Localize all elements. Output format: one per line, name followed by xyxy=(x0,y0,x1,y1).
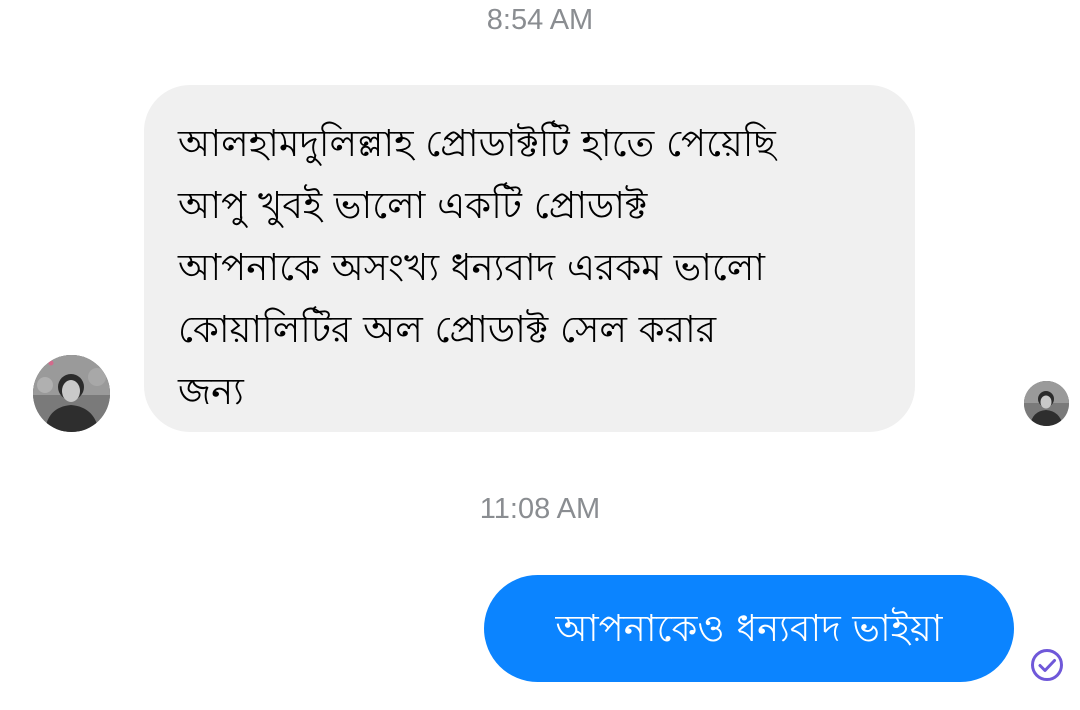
message-line: আপু খুবই ভালো একটি প্রোডাক্ট xyxy=(178,184,648,227)
message-line: কোয়ালিটির অল প্রোডাক্ট সেল করার xyxy=(178,308,717,351)
sender-avatar[interactable] xyxy=(33,355,110,432)
profile-photo-icon xyxy=(33,355,110,432)
sent-check-circle-icon xyxy=(1029,647,1065,683)
incoming-message-bubble[interactable]: আলহামদুলিল্লাহ প্রোডাক্টটি হাতে পেয়েছি … xyxy=(144,85,915,432)
message-line: জন্য xyxy=(178,370,244,413)
seen-avatar xyxy=(1024,381,1069,426)
outgoing-message-bubble[interactable]: আপনাকেও ধন্যবাদ ভাইয়া xyxy=(484,575,1014,682)
timestamp: 8:54 AM xyxy=(486,4,594,36)
timestamp: 11:08 AM xyxy=(479,493,601,525)
profile-photo-icon xyxy=(1024,381,1069,426)
chat-thread: 8:54 AM আলহামদুলিল্লাহ প্রোডাক্টটি হাতে … xyxy=(0,0,1080,710)
message-line: আপনাকে অসংখ্য ধন্যবাদ এরকম ভালো xyxy=(178,246,766,289)
message-line: আলহামদুলিল্লাহ প্রোডাক্টটি হাতে পেয়েছি xyxy=(178,122,776,165)
